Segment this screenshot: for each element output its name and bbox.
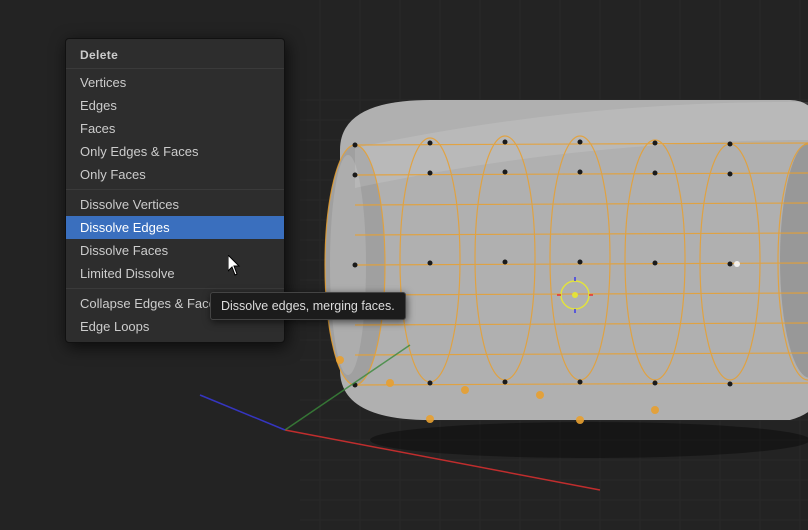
menu-item-only-faces[interactable]: Only Faces (66, 163, 284, 186)
menu-item-faces[interactable]: Faces (66, 117, 284, 140)
menu-item-dissolve-vertices[interactable]: Dissolve Vertices (66, 193, 284, 216)
tooltip-text: Dissolve edges, merging faces. (221, 299, 395, 313)
menu-item-only-edges-faces[interactable]: Only Edges & Faces (66, 140, 284, 163)
menu-item-vertices[interactable]: Vertices (66, 71, 284, 94)
menu-item-limited-dissolve[interactable]: Limited Dissolve (66, 262, 284, 285)
menu-title: Delete (66, 43, 284, 69)
menu-item-edges[interactable]: Edges (66, 94, 284, 117)
menu-item-dissolve-faces[interactable]: Dissolve Faces (66, 239, 284, 262)
menu-separator (66, 189, 284, 190)
menu-item-dissolve-edges[interactable]: Dissolve Edges (66, 216, 284, 239)
menu-separator (66, 288, 284, 289)
tooltip: Dissolve edges, merging faces. (210, 292, 406, 320)
